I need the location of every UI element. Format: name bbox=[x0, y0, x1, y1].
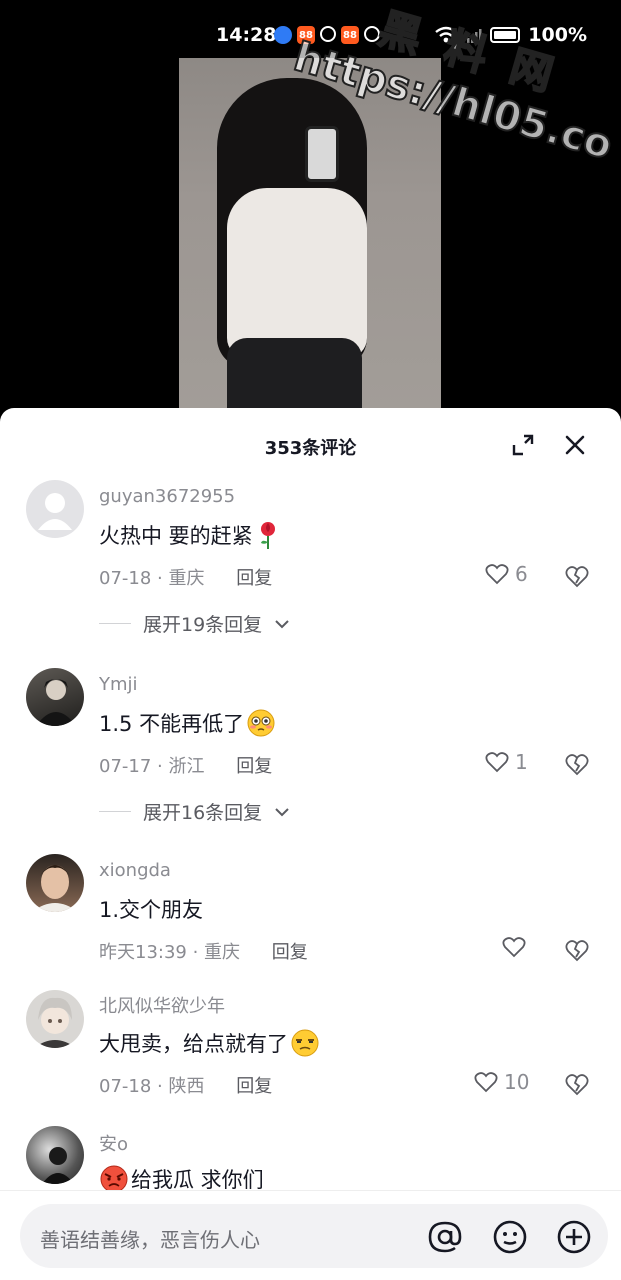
comment-input-bar: 善语结善缘，恶言伤人心 bbox=[0, 1190, 621, 1280]
avatar[interactable] bbox=[26, 990, 84, 1048]
expand-replies-button[interactable]: 展开19条回复 bbox=[99, 610, 290, 637]
heart-icon bbox=[474, 1072, 498, 1093]
dislike-icon[interactable] bbox=[564, 937, 590, 963]
reply-button[interactable]: 回复 bbox=[272, 942, 308, 963]
comment-date: 昨天13:39 bbox=[99, 942, 187, 963]
comment-location: 重庆 bbox=[204, 942, 241, 963]
dislike-icon[interactable] bbox=[564, 751, 590, 777]
comment-item: guyan3672955 火热中 要的赶紧 07-18 · 重庆 回复 6 展开… bbox=[0, 480, 621, 668]
comment-username[interactable]: xiongda bbox=[99, 860, 171, 881]
hotspot-icon bbox=[320, 26, 336, 42]
expand-icon bbox=[512, 434, 534, 456]
comment-sheet-header: 353条评论 bbox=[0, 408, 621, 480]
dislike-icon[interactable] bbox=[564, 1071, 590, 1097]
app-badge-icon: 88 bbox=[341, 26, 359, 44]
comment-meta: 07-18 · 重庆 回复 bbox=[99, 568, 273, 589]
comment-text: 火热中 要的赶紧 bbox=[99, 520, 281, 550]
like-button[interactable]: 10 bbox=[474, 1070, 529, 1094]
comment-text: 1.5 不能再低了 bbox=[99, 708, 276, 738]
close-icon bbox=[565, 435, 585, 455]
emoji-button[interactable] bbox=[491, 1218, 529, 1256]
like-button[interactable]: 1 bbox=[485, 750, 528, 774]
comment-username[interactable]: Ymji bbox=[99, 674, 138, 695]
video-frame bbox=[179, 58, 441, 410]
reply-button[interactable]: 回复 bbox=[236, 568, 272, 589]
chevron-down-icon bbox=[275, 807, 289, 816]
expand-replies-button[interactable]: 展开16条回复 bbox=[99, 798, 290, 825]
comment-input-placeholder: 善语结善缘，恶言伤人心 bbox=[40, 1228, 260, 1252]
comment-date: 07-18 bbox=[99, 568, 152, 589]
comment-item: Ymji 1.5 不能再低了 07-17 · 浙江 回复 1 展开16条回复 bbox=[0, 668, 621, 854]
expand-sheet-button[interactable] bbox=[506, 428, 540, 462]
battery-percent: 100% bbox=[528, 24, 587, 46]
comment-text: 大甩卖，给点就有了 bbox=[99, 1028, 320, 1058]
comment-location: 陕西 bbox=[168, 1076, 205, 1097]
avatar[interactable] bbox=[26, 1126, 84, 1184]
default-avatar-icon bbox=[38, 493, 72, 530]
comment-date: 07-18 bbox=[99, 1076, 152, 1097]
heart-icon bbox=[485, 752, 509, 773]
comment-item: xiongda 1.交个朋友 昨天13:39 · 重庆 回复 bbox=[0, 854, 621, 990]
comment-date: 07-17 bbox=[99, 756, 152, 777]
browser-icon bbox=[274, 26, 292, 44]
comment-username[interactable]: guyan3672955 bbox=[99, 486, 235, 507]
chevron-down-icon bbox=[275, 619, 289, 628]
reply-button[interactable]: 回复 bbox=[236, 756, 272, 777]
like-button[interactable]: 6 bbox=[485, 562, 528, 586]
avatar[interactable] bbox=[26, 854, 84, 912]
comment-item: 安o 给我瓜 求你们 bbox=[0, 1126, 621, 1190]
comment-username[interactable]: 安o bbox=[99, 1130, 128, 1156]
heart-icon bbox=[502, 937, 526, 958]
sync-icon bbox=[364, 26, 380, 42]
comment-list: guyan3672955 火热中 要的赶紧 07-18 · 重庆 回复 6 展开… bbox=[0, 480, 621, 1190]
comment-text: 给我瓜 求你们 bbox=[99, 1164, 264, 1190]
dislike-icon[interactable] bbox=[564, 563, 590, 589]
status-bar: 14:28 88 88 100% bbox=[0, 0, 621, 58]
heart-icon bbox=[485, 564, 509, 585]
smiley-icon bbox=[493, 1220, 527, 1254]
avatar[interactable] bbox=[26, 480, 84, 538]
video-player[interactable] bbox=[0, 58, 621, 410]
comment-sheet: 353条评论 guyan3672955 火热中 要的赶紧 07-18 · 重庆 … bbox=[0, 408, 621, 1280]
comment-username[interactable]: 北风似华欲少年 bbox=[99, 992, 225, 1018]
like-count: 10 bbox=[504, 1070, 530, 1094]
expand-replies-label: 展开19条回复 bbox=[143, 614, 263, 636]
like-count: 6 bbox=[515, 562, 528, 586]
comment-text: 1.交个朋友 bbox=[99, 898, 204, 922]
status-time: 14:28 bbox=[216, 24, 277, 46]
angry-face-emoji bbox=[100, 1165, 128, 1190]
wifi-icon bbox=[435, 26, 458, 43]
app-badge-icon: 88 bbox=[297, 26, 315, 44]
at-sign-icon bbox=[428, 1221, 462, 1253]
comment-item: 北风似华欲少年 大甩卖，给点就有了 07-18 · 陕西 回复 10 bbox=[0, 990, 621, 1126]
avatar[interactable] bbox=[26, 668, 84, 726]
status-right: 100% bbox=[434, 24, 587, 46]
close-sheet-button[interactable] bbox=[558, 428, 592, 462]
like-count: 1 bbox=[515, 750, 528, 774]
rose-emoji bbox=[260, 522, 275, 549]
mention-button[interactable] bbox=[426, 1218, 464, 1256]
comment-location: 浙江 bbox=[168, 756, 205, 777]
comment-meta: 昨天13:39 · 重庆 回复 bbox=[99, 942, 308, 963]
comment-input[interactable]: 善语结善缘，恶言伤人心 bbox=[20, 1204, 608, 1268]
plus-circle-icon bbox=[557, 1220, 591, 1254]
like-button[interactable] bbox=[502, 936, 526, 958]
add-button[interactable] bbox=[555, 1218, 593, 1256]
unamused-face-emoji bbox=[291, 1029, 319, 1057]
reply-button[interactable]: 回复 bbox=[236, 1076, 272, 1097]
expand-replies-label: 展开16条回复 bbox=[143, 802, 263, 824]
comment-meta: 07-17 · 浙江 回复 bbox=[99, 756, 273, 777]
battery-icon bbox=[490, 27, 521, 43]
comment-meta: 07-18 · 陕西 回复 bbox=[99, 1076, 273, 1097]
signal-icon bbox=[467, 29, 482, 43]
flushed-face-emoji bbox=[247, 709, 275, 737]
comment-location: 重庆 bbox=[168, 568, 205, 589]
status-app-icons: 88 88 bbox=[274, 26, 380, 44]
